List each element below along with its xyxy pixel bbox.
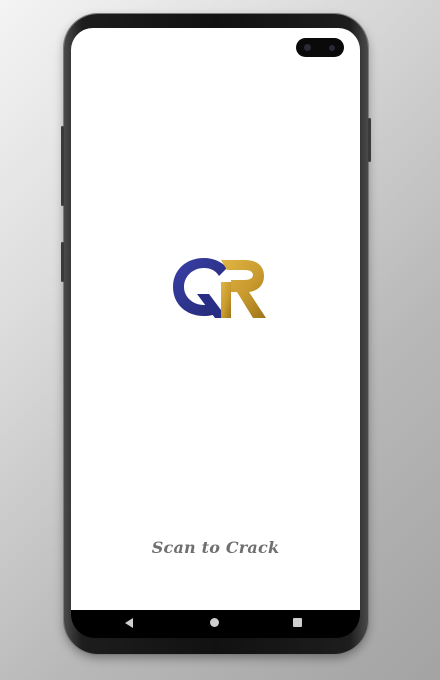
navigation-bar bbox=[71, 610, 360, 638]
tagline: Scan to Crack bbox=[151, 538, 280, 557]
home-icon[interactable] bbox=[210, 618, 219, 627]
recents-icon[interactable] bbox=[293, 618, 302, 627]
camera-lens-icon bbox=[304, 44, 311, 51]
volume-button bbox=[61, 126, 64, 206]
bixby-button bbox=[61, 242, 64, 282]
power-button bbox=[368, 118, 371, 162]
back-icon[interactable] bbox=[125, 618, 133, 628]
logo-text: QR bbox=[169, 254, 171, 255]
punch-hole-camera bbox=[296, 38, 344, 57]
app-logo: QR bbox=[169, 254, 266, 318]
camera-lens-icon bbox=[329, 45, 335, 51]
